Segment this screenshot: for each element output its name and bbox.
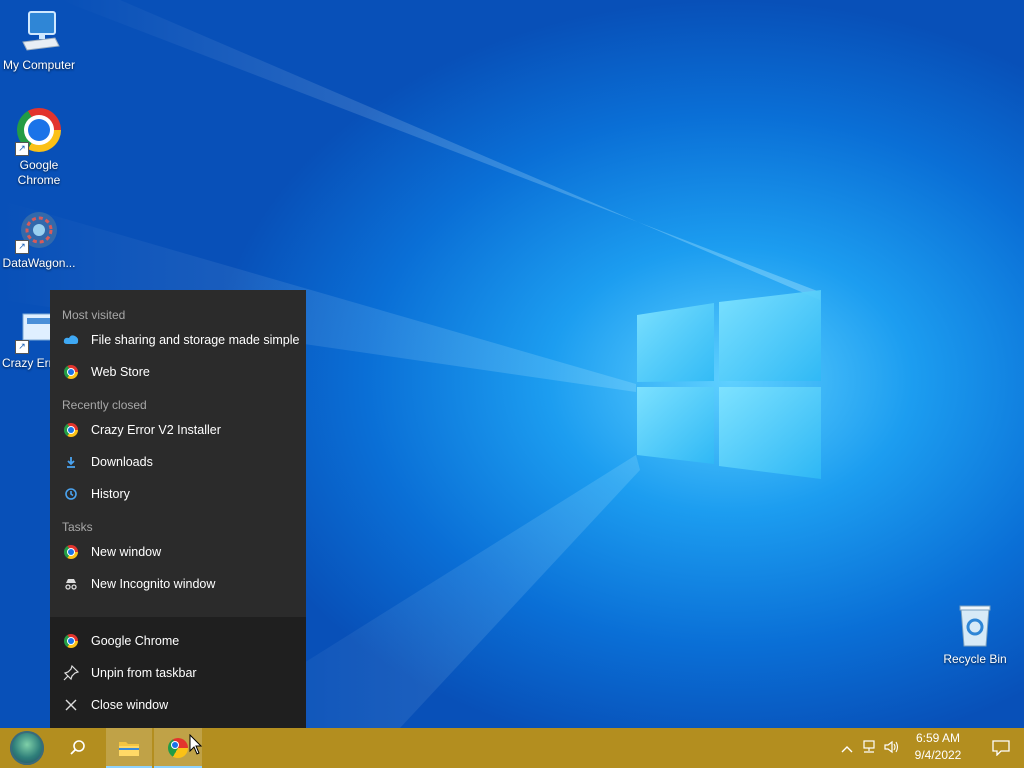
- cloud-icon: [62, 331, 80, 349]
- unpin-icon: [62, 664, 80, 682]
- clock-time: 6:59 AM: [915, 731, 961, 745]
- jumplist-item-label: Close window: [91, 698, 169, 712]
- chrome-icon: [62, 421, 80, 439]
- jumplist-item-label: Unpin from taskbar: [91, 666, 197, 680]
- search-icon: [70, 740, 85, 755]
- jumplist-item-label: New window: [91, 545, 162, 559]
- section-header-tasks: Tasks: [62, 520, 93, 534]
- computer-icon: [15, 8, 63, 56]
- download-icon: [62, 453, 80, 471]
- chrome-icon: ↗: [15, 108, 63, 156]
- jumplist-item-new-incognito-window[interactable]: New Incognito window: [50, 568, 306, 600]
- datawagon-icon: ↗: [15, 206, 63, 254]
- desktop-icon-my-computer[interactable]: My Computer: [0, 8, 78, 73]
- system-tray: [838, 728, 902, 768]
- chrome-icon: [62, 543, 80, 561]
- chrome-icon: [168, 738, 188, 758]
- start-orb-icon: [10, 731, 44, 765]
- jumplist-item-crazy-error[interactable]: Crazy Error V2 Installer: [50, 414, 306, 446]
- network-icon: [863, 739, 875, 753]
- jumplist-item-downloads[interactable]: Downloads: [50, 446, 306, 478]
- jumplist-item-label: Downloads: [91, 455, 153, 469]
- jumplist-action-close-window[interactable]: Close window: [50, 689, 306, 721]
- desktop-icon-google-chrome[interactable]: ↗ Google Chrome: [0, 106, 78, 188]
- jump-list-actions: Google Chrome Unpin from taskbar Close w…: [50, 617, 306, 728]
- chrome-icon: [62, 632, 80, 650]
- jumplist-item-label: History: [91, 487, 130, 501]
- recycle-bin-icon: [951, 602, 999, 650]
- jumplist-action-unpin[interactable]: Unpin from taskbar: [50, 657, 306, 689]
- jumplist-item-web-store[interactable]: Web Store: [50, 356, 306, 388]
- chevron-up-icon: [841, 745, 853, 752]
- clock-date: 9/4/2022: [914, 748, 962, 762]
- mouse-cursor-icon: [189, 734, 203, 755]
- jumplist-item-label: Google Chrome: [91, 634, 180, 648]
- start-button[interactable]: [4, 728, 50, 768]
- desktop-icon-label: My Computer: [2, 58, 76, 72]
- windows-logo: [637, 290, 821, 479]
- search-button[interactable]: [56, 728, 100, 768]
- volume-icon: [884, 740, 899, 753]
- desktop-icon-datawagon[interactable]: ↗ DataWagon...: [0, 206, 78, 271]
- desktop-icon-label: Recycle Bin: [943, 652, 1007, 666]
- shortcut-arrow-icon: ↗: [15, 240, 29, 254]
- section-header-recently-closed: Recently closed: [62, 398, 147, 412]
- show-hidden-icons-button[interactable]: [838, 741, 856, 756]
- jumplist-item-label: Crazy Error V2 Installer: [91, 423, 221, 437]
- jumplist-item-label: File sharing and storage made simple: [91, 333, 300, 347]
- desktop-icon-recycle-bin[interactable]: Recycle Bin: [936, 602, 1014, 667]
- incognito-icon: [62, 575, 80, 593]
- folder-icon: [119, 742, 139, 756]
- close-icon: [62, 696, 80, 714]
- section-header-most-visited: Most visited: [62, 308, 126, 322]
- jumplist-item-label: Web Store: [91, 365, 150, 379]
- taskbar-file-explorer[interactable]: [106, 728, 152, 768]
- taskbar: 6:59 AM 9/4/2022: [0, 728, 1024, 768]
- notification-icon: [992, 740, 1010, 756]
- jumplist-item-history[interactable]: History: [50, 478, 306, 510]
- chrome-jump-list: Most visited File sharing and storage ma…: [50, 290, 306, 728]
- desktop-icon-label: Google Chrome: [17, 158, 61, 187]
- taskbar-clock[interactable]: 6:59 AM 9/4/2022: [905, 730, 971, 766]
- shortcut-arrow-icon: ↗: [15, 142, 29, 156]
- desktop-icon-label: DataWagon...: [2, 256, 76, 270]
- action-center-button[interactable]: [978, 728, 1024, 768]
- jumplist-item-label: New Incognito window: [91, 577, 216, 591]
- volume-button[interactable]: [882, 740, 902, 757]
- network-button[interactable]: [858, 739, 880, 757]
- shortcut-arrow-icon: ↗: [15, 340, 29, 354]
- chrome-icon: [62, 363, 80, 381]
- jumplist-action-google-chrome[interactable]: Google Chrome: [50, 625, 306, 657]
- jumplist-item-file-sharing[interactable]: File sharing and storage made simple: [50, 324, 306, 356]
- history-icon: [62, 485, 80, 503]
- jumplist-item-new-window[interactable]: New window: [50, 536, 306, 568]
